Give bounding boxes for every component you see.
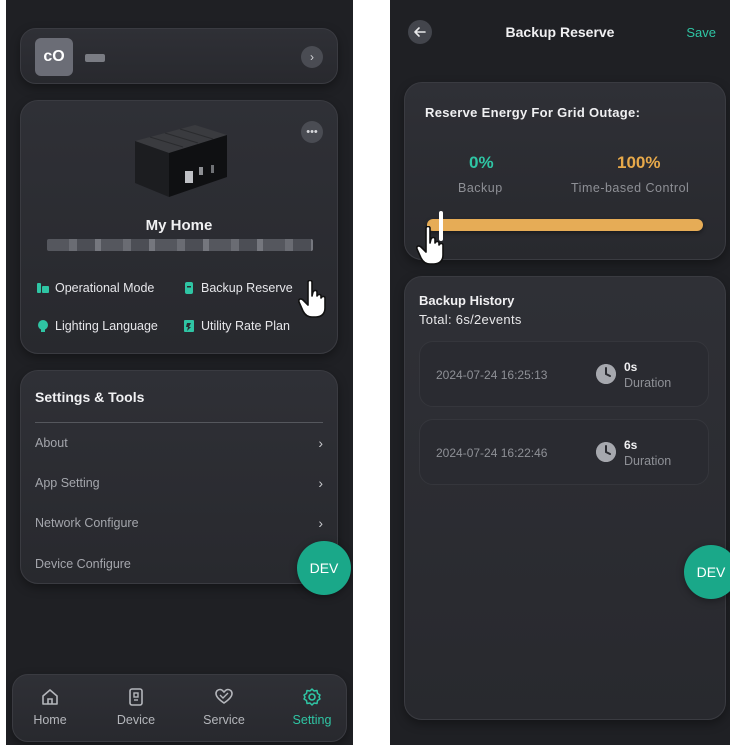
clock-icon [596, 442, 616, 462]
divider [35, 422, 323, 423]
backup-reserve-link[interactable]: Backup Reserve [183, 281, 293, 295]
bottom-navigation: Home Device Service Setting [12, 674, 347, 742]
app-setting-row[interactable]: App Setting › [35, 473, 323, 493]
nav-home[interactable]: Home [15, 687, 85, 727]
operational-mode-link[interactable]: Operational Mode [37, 281, 154, 295]
event-duration-label: Duration [624, 376, 672, 390]
battery-device-image [135, 125, 227, 197]
nav-label: Service [203, 713, 245, 727]
nav-service[interactable]: Service [189, 687, 259, 727]
nav-device[interactable]: Device [101, 687, 171, 727]
lighting-language-link[interactable]: Lighting Language [37, 319, 158, 333]
chevron-right-icon: › [318, 515, 323, 531]
chevron-right-icon: › [318, 435, 323, 451]
hand-cursor-icon [298, 280, 326, 318]
device-icon [129, 688, 143, 706]
hand-cursor-icon [416, 226, 444, 265]
network-configure-row[interactable]: Network Configure › [35, 513, 323, 533]
event-time: 2024-07-24 16:22:46 [436, 446, 548, 460]
time-based-control-label: Time-based Control [571, 181, 690, 195]
section-title: Settings & Tools [35, 389, 145, 405]
history-title: Backup History [419, 293, 515, 308]
chevron-right-icon: › [318, 475, 323, 491]
page-title: Backup Reserve [505, 24, 615, 40]
event-duration: 6s [624, 438, 638, 452]
feature-label: Lighting Language [55, 319, 158, 333]
row-label: Network Configure [35, 516, 139, 530]
feature-label: Operational Mode [55, 281, 155, 295]
clock-icon [596, 364, 616, 384]
avatar: cO [35, 38, 73, 76]
backup-reserve-icon [185, 282, 193, 294]
row-label: Device Configure [35, 557, 131, 571]
backup-percent: 0% [469, 153, 494, 172]
home-icon [42, 689, 58, 705]
history-total: Total: 6s/2events [419, 312, 522, 327]
backup-history-card: Backup History Total: 6s/2events 2024-07… [404, 276, 726, 720]
utility-rate-plan-icon [184, 320, 194, 332]
reserve-energy-card: Reserve Energy For Grid Outage: 0% Backu… [404, 82, 726, 260]
account-card[interactable]: cO › [20, 28, 338, 84]
save-button[interactable]: Save [686, 25, 716, 40]
row-label: App Setting [35, 476, 100, 490]
row-label: About [35, 436, 68, 450]
gear-icon [303, 688, 321, 706]
feature-label: Backup Reserve [201, 281, 293, 295]
reserve-slider-track[interactable] [427, 219, 703, 231]
chevron-right-icon[interactable]: › [301, 46, 323, 68]
dev-button[interactable]: DEV [684, 545, 730, 599]
serial-number-redacted [47, 239, 313, 251]
home-name: My Home [145, 217, 213, 234]
device-configure-row[interactable]: Device Configure [35, 554, 323, 574]
operational-mode-icon [37, 283, 49, 293]
backup-label: Backup [458, 181, 503, 195]
history-event: 2024-07-24 16:25:13 0s Duration [419, 341, 709, 407]
utility-rate-plan-link[interactable]: Utility Rate Plan [183, 319, 290, 333]
backup-reserve-screen: Backup Reserve Save Reserve Energy For G… [390, 0, 730, 745]
home-card: ••• My Home Operational Mode Backup Rese… [20, 100, 338, 354]
nav-label: Home [33, 713, 67, 727]
history-event: 2024-07-24 16:22:46 6s Duration [419, 419, 709, 485]
nav-setting[interactable]: Setting [277, 687, 347, 727]
event-time: 2024-07-24 16:25:13 [436, 368, 548, 382]
more-options-icon[interactable]: ••• [301, 121, 323, 143]
nav-label: Device [116, 713, 156, 727]
event-duration-label: Duration [624, 454, 672, 468]
nav-label: Setting [292, 713, 332, 727]
account-name-redacted [85, 54, 105, 62]
settings-screen: cO › ••• My Home Operational Mode Backup… [6, 0, 353, 745]
reserve-title: Reserve Energy For Grid Outage: [425, 105, 641, 120]
event-duration: 0s [624, 360, 638, 374]
service-icon [215, 688, 233, 704]
time-based-control-percent: 100% [617, 153, 661, 172]
lighting-language-icon [38, 320, 48, 332]
about-row[interactable]: About › [35, 433, 323, 453]
feature-label: Utility Rate Plan [201, 319, 290, 333]
settings-tools-card: Settings & Tools About › App Setting › N… [20, 370, 338, 584]
dev-button[interactable]: DEV [297, 541, 351, 595]
